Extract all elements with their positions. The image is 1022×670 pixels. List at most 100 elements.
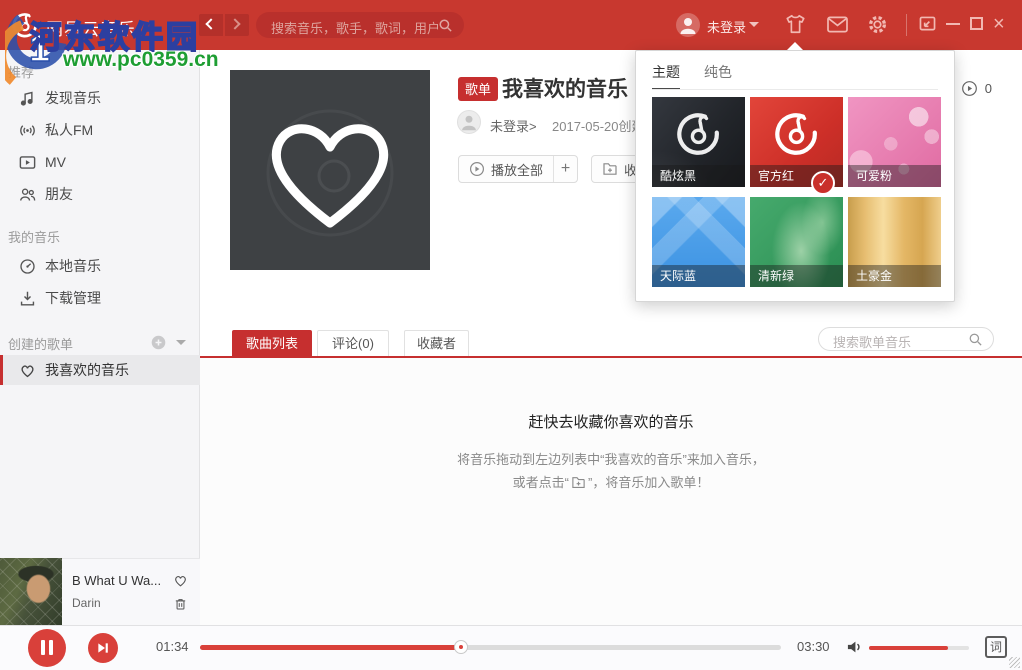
elapsed-time: 01:34 [156, 639, 189, 654]
now-playing-title[interactable]: B What U Wa... [72, 573, 166, 588]
now-playing-artist[interactable]: Darin [72, 596, 101, 610]
maximize-icon[interactable] [970, 17, 983, 30]
global-search-placeholder: 搜索音乐，歌手，歌词，用户 [271, 18, 440, 37]
theme-name: 可爱粉 [848, 165, 941, 187]
theme-popup-tabs: 主题 纯色 [652, 62, 732, 90]
titlebar: 网易云音乐 搜索音乐，歌手，歌词，用户 未登录 × [0, 0, 1022, 50]
login-status-label[interactable]: 未登录 [707, 17, 746, 36]
theme-tile-cool-black[interactable]: 酷炫黑 [652, 97, 745, 187]
lyrics-button[interactable]: 词 [985, 636, 1007, 658]
sidebar-item-liked-music[interactable]: 我喜欢的音乐 [0, 355, 200, 385]
play-all-button[interactable]: 播放全部 [459, 156, 553, 182]
empty-state-hint-1: 将音乐拖动到左边列表中“我喜欢的音乐”来加入音乐， [200, 449, 1022, 468]
sidebar-item-discover-music[interactable]: 发现音乐 [0, 83, 200, 113]
radio-waves-icon [18, 121, 37, 140]
play-count: 0 [961, 80, 992, 97]
user-caret-down-icon[interactable] [749, 22, 759, 27]
theme-tile-official-red[interactable]: 官方红 ✓ [750, 97, 843, 187]
theme-tile-rich-gold[interactable]: 土豪金 [848, 197, 941, 287]
tab-theme[interactable]: 主题 [652, 62, 680, 90]
sidebar-item-download-manager[interactable]: 下载管理 [0, 283, 200, 313]
player-bar: 01:34 03:30 词 [0, 625, 1022, 670]
delete-song-trash-icon[interactable] [173, 596, 188, 617]
progress-fill [200, 645, 461, 650]
section-my-music: 我的音乐 [8, 227, 60, 246]
sidebar-item-friends[interactable]: 朋友 [0, 179, 200, 209]
theme-name: 酷炫黑 [652, 165, 745, 187]
popup-caret [787, 42, 803, 50]
tab-comments[interactable]: 评论(0) [317, 330, 389, 356]
sidebar-item-personal-fm[interactable]: 私人FM [0, 115, 200, 145]
playlist-search-input[interactable]: 搜索歌单音乐 [818, 327, 994, 351]
tab-solid-color[interactable]: 纯色 [704, 62, 732, 90]
sidebar-item-local-music[interactable]: 本地音乐 [0, 251, 200, 281]
back-button[interactable] [199, 14, 223, 36]
search-icon [968, 332, 983, 347]
heart-outline-icon [276, 129, 383, 223]
download-icon [18, 289, 37, 308]
playlist-search-placeholder: 搜索歌单音乐 [833, 332, 911, 351]
global-search-input[interactable]: 搜索音乐，歌手，歌词，用户 [256, 12, 464, 38]
pause-button[interactable] [28, 629, 66, 667]
app-title: 网易云音乐 [46, 15, 136, 40]
play-circle-icon [469, 161, 485, 177]
play-count-value: 0 [985, 81, 992, 96]
netease-logo-icon [774, 111, 819, 156]
now-playing-album-art[interactable] [0, 558, 62, 625]
playlist-type-badge: 歌单 [458, 77, 498, 101]
theme-tile-cute-pink[interactable]: 可爱粉 [848, 97, 941, 187]
popup-divider [652, 89, 938, 90]
progress-bar[interactable] [200, 645, 781, 650]
volume-speaker-icon[interactable] [845, 637, 865, 662]
next-track-icon [95, 640, 111, 656]
play-all-split-button: 播放全部 + [458, 155, 578, 183]
add-all-to-playlist-button[interactable]: + [554, 160, 577, 178]
local-disc-icon [18, 257, 37, 276]
user-avatar[interactable] [676, 13, 700, 37]
section-recommend: 推荐 [8, 62, 34, 81]
titlebar-divider [906, 14, 907, 36]
heart-icon [18, 361, 37, 380]
friends-icon [18, 185, 37, 204]
sidebar-item-mv[interactable]: MV [0, 147, 200, 177]
collapse-caret-icon[interactable] [176, 340, 186, 345]
empty-state-title: 赶快去收藏你喜欢的音乐 [200, 411, 1022, 432]
play-circle-icon [961, 80, 978, 97]
volume-slider[interactable] [869, 646, 969, 650]
tab-song-list[interactable]: 歌曲列表 [232, 330, 312, 356]
theme-name: 土豪金 [848, 265, 941, 287]
playlist-title: 我喜欢的音乐 [502, 73, 628, 103]
netease-logo-icon[interactable] [12, 12, 38, 38]
song-list-empty-state: 赶快去收藏你喜欢的音乐 将音乐拖动到左边列表中“我喜欢的音乐”来加入音乐， 或者… [200, 358, 1022, 625]
netease-logo-icon [676, 111, 721, 156]
folder-add-icon [571, 475, 586, 493]
created-date: 2017-05-20创建 [552, 116, 645, 135]
minimize-icon[interactable] [946, 23, 960, 25]
forward-button[interactable] [225, 14, 249, 36]
playlist-cover[interactable] [230, 70, 430, 270]
resize-grip[interactable] [1009, 657, 1020, 668]
music-note-icon [18, 89, 37, 108]
creator-avatar[interactable] [457, 110, 481, 134]
tab-collectors[interactable]: 收藏者 [404, 330, 469, 356]
theme-tile-sky-blue[interactable]: 天际蓝 [652, 197, 745, 287]
sidebar: 推荐 发现音乐 私人FM MV 朋友 我的音乐 本地音乐 下载管理 创建的歌单 [0, 50, 200, 625]
netease-music-window: 网易云音乐 搜索音乐，歌手，歌词，用户 未登录 × 主题 [0, 0, 1022, 670]
volume-fill [869, 646, 948, 650]
add-playlist-icon[interactable] [150, 334, 167, 351]
progress-handle[interactable] [454, 640, 468, 654]
video-play-icon [18, 153, 37, 172]
like-song-heart-icon[interactable] [172, 572, 189, 594]
now-playing-info: B What U Wa... Darin [62, 558, 200, 625]
theme-tile-fresh-green[interactable]: 清新绿 [750, 197, 843, 287]
empty-state-hint-2: 或者点击“”，将音乐加入歌单！ [200, 472, 1022, 493]
theme-popup: 主题 纯色 酷炫黑 官方红 ✓ 可爱粉 天际蓝 清新绿 [635, 50, 955, 302]
folder-add-icon [602, 161, 618, 177]
close-icon[interactable]: × [993, 12, 1005, 36]
creator-name[interactable]: 未登录> [490, 116, 537, 135]
theme-name: 清新绿 [750, 265, 843, 287]
theme-name: 天际蓝 [652, 265, 745, 287]
theme-tiles: 酷炫黑 官方红 ✓ 可爱粉 天际蓝 清新绿 土豪金 [652, 97, 941, 287]
next-track-button[interactable] [88, 633, 118, 663]
total-duration: 03:30 [797, 639, 830, 654]
